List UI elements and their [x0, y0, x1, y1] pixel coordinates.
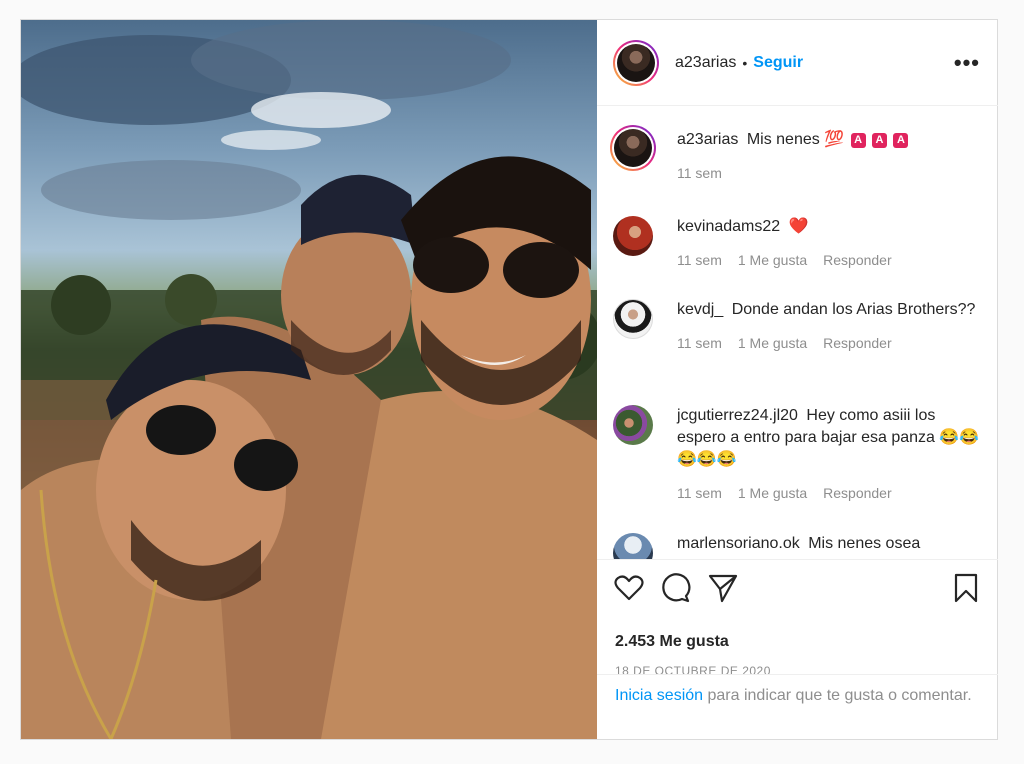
author-avatar[interactable] [613, 39, 659, 86]
comment-username[interactable]: jcgutierrez24.jl20 [677, 407, 798, 424]
comment-time: 11 sem [677, 485, 722, 501]
avatar-frame [615, 41, 657, 84]
comment-avatar[interactable] [613, 216, 653, 256]
login-link[interactable]: Inicia sesión [615, 687, 703, 704]
comment-item: kevdj_ Donde andan los Arias Brothers?? … [613, 299, 985, 351]
likes-count[interactable]: 2.453 Me gusta [615, 633, 729, 651]
reply-button[interactable]: Responder [823, 252, 892, 268]
caption-content: Mis nenes 💯 [746, 131, 845, 148]
avatar-frame [612, 127, 654, 169]
comment-username[interactable]: kevinadams22 [677, 218, 780, 235]
comment-content: Donde andan los Arias Brothers?? [731, 301, 976, 318]
caption-avatar[interactable] [610, 125, 656, 171]
comment-icon[interactable] [659, 572, 691, 604]
photo-illustration [21, 20, 597, 739]
post-header: a23arias • Seguir ••• [597, 20, 998, 106]
comment-content: Mis nenes osea [808, 535, 921, 552]
comment-text: kevdj_ Donde andan los Arias Brothers?? [677, 299, 985, 321]
comment-avatar[interactable] [613, 299, 653, 339]
caption-meta: 11 sem [677, 165, 985, 181]
reply-button[interactable]: Responder [823, 485, 892, 501]
comment-likes[interactable]: 1 Me gusta [738, 252, 807, 268]
comment-avatar[interactable] [613, 405, 653, 445]
heart-icon[interactable] [613, 572, 645, 604]
comment-text: marlensoriano.ok Mis nenes osea [677, 533, 985, 555]
a-badge-2: A [872, 133, 888, 148]
caption-text: a23arias Mis nenes 💯 A A A [677, 129, 985, 151]
comment-time: 11 sem [677, 252, 722, 268]
comment-username[interactable]: marlensoriano.ok [677, 535, 800, 552]
post-photo[interactable] [21, 20, 597, 739]
comment-text: kevinadams22 ❤️ [677, 216, 985, 238]
a-badge-1: A [850, 133, 866, 148]
comment-likes[interactable]: 1 Me gusta [738, 485, 807, 501]
comments-list[interactable]: a23arias Mis nenes 💯 A A A 11 sem kevina… [597, 107, 998, 559]
author-username[interactable]: a23arias [675, 54, 736, 72]
comment-username[interactable]: kevdj_ [677, 301, 723, 318]
caption-time: 11 sem [677, 165, 722, 181]
avatar-image [617, 43, 655, 82]
comment-likes[interactable]: 1 Me gusta [738, 335, 807, 351]
separator-dot: • [742, 54, 748, 71]
login-prompt: Inicia sesión para indicar que te gusta … [597, 674, 998, 739]
post-sidebar: a23arias • Seguir ••• a23arias Mis nenes… [597, 20, 998, 739]
caption-username[interactable]: a23arias [677, 131, 738, 148]
comment-meta: 11 sem 1 Me gusta Responder [677, 252, 985, 268]
comment-text: jcgutierrez24.jl20 Hey como asiii los es… [677, 405, 985, 471]
login-prompt-text: para indicar que te gusta o comentar. [707, 687, 972, 704]
comment-meta: 11 sem 1 Me gusta Responder [677, 485, 985, 501]
comment-time: 11 sem [677, 335, 722, 351]
comment-item: marlensoriano.ok Mis nenes osea [613, 533, 985, 559]
comment-avatar[interactable] [613, 533, 653, 559]
comment-meta: 11 sem 1 Me gusta Responder [677, 335, 985, 351]
bookmark-icon[interactable] [950, 572, 982, 604]
a-badge-3: A [893, 133, 909, 148]
avatar-image [614, 129, 652, 167]
caption: a23arias Mis nenes 💯 A A A 11 sem [610, 125, 985, 181]
action-icons [613, 572, 982, 608]
instagram-post: a23arias • Seguir ••• a23arias Mis nenes… [20, 19, 998, 740]
more-options-icon[interactable]: ••• [954, 50, 980, 76]
reply-button[interactable]: Responder [823, 335, 892, 351]
comment-item: kevinadams22 ❤️ 11 sem 1 Me gusta Respon… [613, 216, 985, 268]
share-icon[interactable] [707, 572, 739, 604]
comment-item: jcgutierrez24.jl20 Hey como asiii los es… [613, 405, 985, 501]
comment-content: ❤️ [788, 218, 809, 235]
follow-button[interactable]: Seguir [753, 54, 803, 72]
